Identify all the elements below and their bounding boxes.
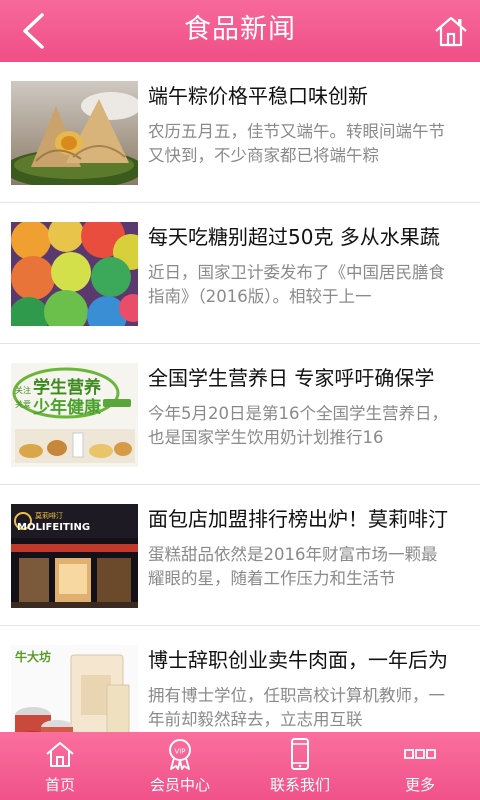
svg-text:学生营养: 学生营养	[33, 377, 102, 398]
news-summary: 农历五月五，佳节又端午。转眼间端午节又快到，不少商家都已将端午粽	[148, 122, 445, 165]
news-thumbnail-beef-noodle: 牛大坊	[11, 645, 138, 732]
news-summary: 蛋糕甜品依然是2016年财富市场一颗最耀眼的星，随着工作压力和生活节	[148, 545, 438, 588]
tab-more[interactable]: 更多	[360, 732, 480, 800]
news-thumbnail-candy	[11, 222, 138, 326]
svg-text:莫莉啡汀: 莫莉啡汀	[35, 511, 63, 520]
news-thumbnail-nutrition-banner: 关注 关爱 学生营养 少年健康	[11, 363, 138, 467]
news-thumbnail-bakery: 莫莉啡汀 MOLIFEITING	[11, 504, 138, 608]
vip-badge-icon: VIP	[169, 739, 191, 770]
svg-text:MOLIFEITING: MOLIFEITING	[17, 522, 90, 533]
phone-icon	[291, 738, 309, 770]
page-title: 食品新闻	[184, 14, 296, 45]
news-item[interactable]: 牛大坊 博士辞职创业卖牛肉面，一年后为 拥有博士学位，任职高校计算机教师，一年前…	[0, 626, 480, 732]
svg-text:少年健康: 少年健康	[32, 397, 102, 418]
tab-label: 会员中心	[149, 776, 210, 794]
svg-text:关注: 关注	[15, 385, 31, 395]
tab-label: 更多	[404, 776, 435, 794]
news-thumbnail-zongzi	[11, 81, 138, 185]
news-item[interactable]: 关注 关爱 学生营养 少年健康 全国学生营养日 专家呼吁确保学 今年5月20日是…	[0, 344, 480, 485]
news-title: 面包店加盟排行榜出炉！莫莉啡汀	[148, 507, 448, 531]
tab-home[interactable]: 首页	[0, 732, 120, 800]
svg-text:VIP: VIP	[174, 748, 185, 756]
home-icon	[46, 742, 74, 767]
news-item[interactable]: 端午粽价格平稳口味创新 农历五月五，佳节又端午。转眼间端午节又快到，不少商家都已…	[0, 62, 480, 203]
news-summary: 拥有博士学位，任职高校计算机教师，一年前却毅然辞去，立志用互联	[148, 686, 445, 729]
tab-contact-us[interactable]: 联系我们	[240, 732, 360, 800]
news-summary: 近日，国家卫计委发布了《中国居民膳食指南》（2016版）。相较于上一	[148, 263, 445, 306]
home-button[interactable]	[428, 8, 474, 54]
header-bar: 食品新闻	[0, 0, 480, 62]
tab-label: 联系我们	[269, 776, 330, 794]
news-item[interactable]: 莫莉啡汀 MOLIFEITING 面包店加盟排行榜出炉！莫莉啡汀 蛋糕甜品依然是…	[0, 485, 480, 626]
home-icon	[435, 16, 467, 47]
tab-label: 首页	[44, 776, 75, 794]
news-summary: 今年5月20日是第16个全国学生营养日，也是国家学生饮用奶计划推行16	[148, 404, 448, 447]
news-title: 端午粽价格平稳口味创新	[148, 84, 368, 108]
svg-text:关爱: 关爱	[15, 399, 31, 409]
news-title: 博士辞职创业卖牛肉面，一年后为	[148, 648, 448, 672]
news-item[interactable]: 每天吃糖别超过50克 多从水果蔬 近日，国家卫计委发布了《中国居民膳食指南》（2…	[0, 203, 480, 344]
more-icon	[404, 749, 436, 759]
svg-text:牛大坊: 牛大坊	[15, 649, 51, 664]
news-title: 全国学生营养日 专家呼吁确保学	[148, 366, 435, 390]
news-list: 端午粽价格平稳口味创新 农历五月五，佳节又端午。转眼间端午节又快到，不少商家都已…	[0, 62, 480, 732]
news-title: 每天吃糖别超过50克 多从水果蔬	[148, 225, 440, 249]
bottom-tab-bar: 首页 VIP 会员中心 联系我们 更多	[0, 732, 480, 800]
tab-member-center[interactable]: VIP 会员中心	[120, 732, 240, 800]
